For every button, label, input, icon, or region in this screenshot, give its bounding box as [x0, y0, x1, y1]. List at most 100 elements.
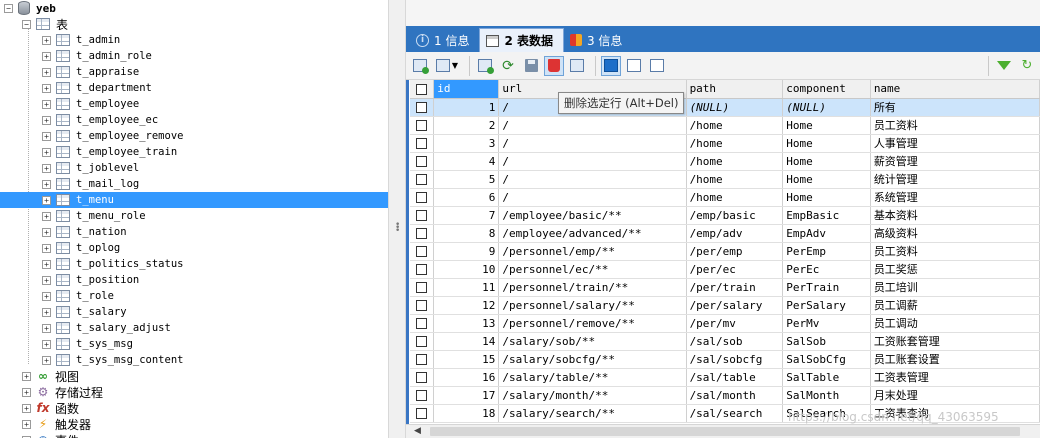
table-row[interactable]: 6//home Home 系统管理 [410, 188, 1040, 207]
cell-component[interactable]: Home [782, 116, 871, 135]
cell-path[interactable]: /per/emp [686, 242, 784, 261]
refresh-button[interactable]: ⟳ [498, 56, 518, 76]
table-row[interactable]: 10/personnel/ec/**/per/ec PerEc 员工奖惩 [410, 260, 1040, 279]
expand-toggle[interactable]: + [42, 83, 51, 93]
cell-name[interactable]: 月末处理 [870, 386, 1040, 405]
cell-path[interactable]: /sal/sobcfg [686, 350, 784, 369]
panel-splitter[interactable]: • • • [388, 0, 406, 438]
expand-toggle[interactable]: + [22, 387, 31, 397]
table-row[interactable]: 5//home Home 统计管理 [410, 170, 1040, 189]
tree-table-item[interactable]: + t_admin [42, 32, 120, 48]
cell-id[interactable]: 1 [433, 98, 500, 117]
cell-path[interactable]: /sal/month [686, 386, 784, 405]
horizontal-scrollbar[interactable]: ◀ [406, 424, 1040, 438]
expand-toggle[interactable]: + [42, 131, 51, 141]
cell-name[interactable]: 工资表管理 [870, 368, 1040, 387]
cell-id[interactable]: 14 [433, 332, 500, 351]
row-checkbox-cell[interactable] [410, 278, 435, 297]
tree-table-item[interactable]: + t_sys_msg_content [42, 352, 183, 368]
table-row[interactable]: 17/salary/month/**/sal/month SalMonth 月末处理 [410, 386, 1040, 405]
cell-path[interactable]: (NULL) [686, 98, 784, 117]
row-checkbox[interactable] [416, 192, 428, 203]
cell-id[interactable]: 9 [433, 242, 500, 261]
tree-table-item[interactable]: + t_appraise [42, 64, 139, 80]
table-row[interactable]: 13/personnel/remove/**/per/mv PerMv 员工调动 [410, 314, 1040, 333]
tree-table-item[interactable]: + t_politics_status [42, 256, 183, 272]
filter-button[interactable] [994, 56, 1014, 76]
collapse-toggle[interactable]: − [22, 19, 31, 29]
cell-url[interactable]: /employee/advanced/** [498, 224, 687, 243]
row-checkbox-cell[interactable] [410, 368, 435, 387]
cell-id[interactable]: 10 [433, 260, 500, 279]
tree-table-item[interactable]: + t_oplog [42, 240, 120, 256]
expand-toggle[interactable]: + [42, 179, 51, 189]
cell-path[interactable]: /home [686, 116, 784, 135]
table-row[interactable]: 11/personnel/train/**/per/train PerTrain 员… [410, 278, 1040, 297]
table-row[interactable]: 4//home Home 薪资管理 [410, 152, 1040, 171]
cell-name[interactable]: 员工账套设置 [870, 350, 1040, 369]
expand-toggle[interactable]: + [42, 275, 51, 285]
cell-component[interactable]: PerEc [782, 260, 871, 279]
save-button[interactable] [521, 56, 541, 76]
cell-component[interactable]: (NULL) [782, 98, 871, 117]
cell-url[interactable]: /personnel/remove/** [498, 314, 687, 333]
cell-path[interactable]: /per/train [686, 278, 784, 297]
row-checkbox[interactable] [416, 336, 428, 347]
row-checkbox-cell[interactable] [410, 350, 435, 369]
expand-toggle[interactable]: + [42, 227, 51, 237]
cell-url[interactable]: /personnel/salary/** [498, 296, 687, 315]
cell-path[interactable]: /sal/table [686, 368, 784, 387]
cell-component[interactable]: PerMv [782, 314, 871, 333]
row-checkbox-cell[interactable] [410, 386, 435, 405]
cell-name[interactable]: 基本资料 [870, 206, 1040, 225]
cell-id[interactable]: 17 [433, 386, 500, 405]
cell-url[interactable]: / [498, 134, 687, 153]
row-checkbox-cell[interactable] [410, 260, 435, 279]
expand-toggle[interactable]: + [42, 339, 51, 349]
expand-toggle[interactable]: + [42, 35, 51, 45]
cell-id[interactable]: 18 [433, 404, 500, 423]
tree-table-item[interactable]: + t_employee [42, 96, 139, 112]
table-row[interactable]: 2//home Home 员工资料 [410, 116, 1040, 135]
row-checkbox[interactable] [416, 354, 428, 365]
grid-view-button[interactable] [601, 55, 621, 76]
cell-component[interactable]: PerSalary [782, 296, 871, 315]
table-row[interactable]: 1/(NULL) (NULL) 所有 [410, 98, 1040, 117]
expand-toggle[interactable]: + [42, 291, 51, 301]
cell-name[interactable]: 人事管理 [870, 134, 1040, 153]
table-row[interactable]: 12/personnel/salary/**/per/salary PerSala… [410, 296, 1040, 315]
cell-path[interactable]: /sal/search [686, 404, 784, 423]
cell-id[interactable]: 7 [433, 206, 500, 225]
row-checkbox-cell[interactable] [410, 152, 435, 171]
tree-table-item[interactable]: + t_salary [42, 304, 127, 320]
cell-name[interactable]: 员工资料 [870, 116, 1040, 135]
expand-toggle[interactable]: + [42, 147, 51, 157]
cell-path[interactable]: /emp/adv [686, 224, 784, 243]
export-button[interactable] [567, 56, 587, 76]
cell-name[interactable]: 员工培训 [870, 278, 1040, 297]
cell-component[interactable]: PerTrain [782, 278, 871, 297]
cell-name[interactable]: 员工奖惩 [870, 260, 1040, 279]
tree-table-item[interactable]: + t_sys_msg [42, 336, 133, 352]
select-all-checkbox-cell[interactable] [410, 80, 435, 99]
tree-table-item[interactable]: + t_employee_remove [42, 128, 183, 144]
tree-table-item[interactable]: + t_joblevel [42, 160, 139, 176]
row-checkbox[interactable] [416, 408, 428, 419]
duplicate-row-dropdown[interactable]: ▼ [433, 56, 461, 76]
cell-name[interactable]: 员工调薪 [870, 296, 1040, 315]
cell-name[interactable]: 高级资料 [870, 224, 1040, 243]
cell-url[interactable]: / [498, 152, 687, 171]
tree-table-item[interactable]: + t_nation [42, 224, 127, 240]
cell-component[interactable]: Home [782, 152, 871, 171]
expand-toggle[interactable]: + [42, 67, 51, 77]
cell-path[interactable]: /per/mv [686, 314, 784, 333]
tree-table-item[interactable]: + t_department [42, 80, 152, 96]
expand-toggle[interactable]: + [22, 371, 31, 381]
cell-name[interactable]: 工资账套管理 [870, 332, 1040, 351]
row-checkbox[interactable] [416, 390, 428, 401]
tab-info-1[interactable]: i 1 信息 [410, 28, 479, 52]
cell-name[interactable]: 统计管理 [870, 170, 1040, 189]
expand-toggle[interactable]: + [42, 259, 51, 269]
cell-name[interactable]: 员工资料 [870, 242, 1040, 261]
cell-url[interactable]: /personnel/ec/** [498, 260, 687, 279]
